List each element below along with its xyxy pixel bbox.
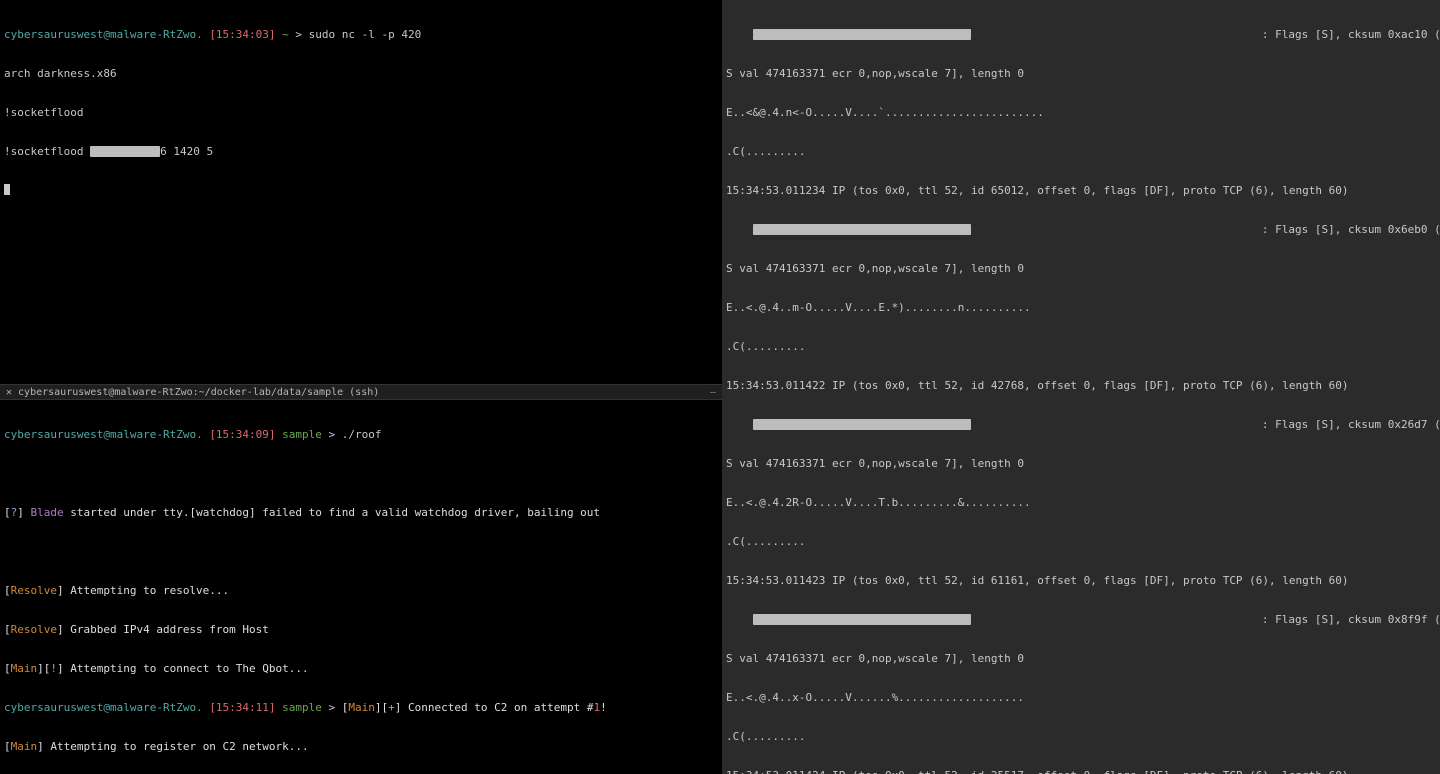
- output-line: S val 474163371 ecr 0,nop,wscale 7], len…: [726, 262, 1436, 275]
- prompt-user: cybersauruswest: [4, 28, 103, 41]
- tcpdump-pane[interactable]: X : Flags [S], cksum 0xac10 (correct), s…: [722, 0, 1440, 774]
- tab-title[interactable]: cybersauruswest@malware-RtZwo:~/docker-l…: [18, 386, 379, 399]
- output-line: .C(.........: [726, 145, 1436, 158]
- output-line: E..<.@.4.2R-O.....V....T.b.........&....…: [726, 496, 1436, 509]
- output-line: .C(.........: [726, 340, 1436, 353]
- output-line: 15:34:53.011234 IP (tos 0x0, ttl 52, id …: [726, 184, 1436, 197]
- output-line: E..<&@.4.n<-O.....V....`................…: [726, 106, 1436, 119]
- output-line: X : Flags [S], cksum 0x8f9f (correct), s…: [726, 613, 1436, 626]
- output-line: 15:34:53.011422 IP (tos 0x0, ttl 52, id …: [726, 379, 1436, 392]
- redacted-ip: X: [753, 614, 971, 625]
- output-line: !socketflood X6 1420 5: [4, 145, 718, 158]
- output-line: [Resolve] Attempting to resolve...: [4, 584, 718, 597]
- left-column: cybersauruswest@malware-RtZwo. [15:34:03…: [0, 0, 722, 774]
- prompt-line: cybersauruswest@malware-RtZwo. [15:34:11…: [4, 701, 718, 714]
- redacted-ip: X: [753, 29, 971, 40]
- redacted-ip: X: [753, 224, 971, 235]
- output-line: E..<.@.4..m-O.....V....E.*)........n....…: [726, 301, 1436, 314]
- output-line: X : Flags [S], cksum 0xac10 (correct), s…: [726, 28, 1436, 41]
- output-line: X : Flags [S], cksum 0x26d7 (correct), s…: [726, 418, 1436, 431]
- prompt-line: cybersauruswest@malware-RtZwo. [15:34:03…: [4, 28, 718, 41]
- blank-line: [4, 545, 718, 558]
- output-line: [Main] Attempting to register on C2 netw…: [4, 740, 718, 753]
- terminal-bottom-pane[interactable]: cybersauruswest@malware-RtZwo. [15:34:09…: [0, 400, 722, 774]
- terminal-top-pane[interactable]: cybersauruswest@malware-RtZwo. [15:34:03…: [0, 0, 722, 384]
- output-line: X : Flags [S], cksum 0x6eb0 (correct), s…: [726, 223, 1436, 236]
- blank-line: [4, 467, 718, 480]
- output-line: [?] Blade started under tty.[watchdog] f…: [4, 506, 718, 519]
- close-icon[interactable]: ✕: [6, 386, 12, 399]
- output-line: [Resolve] Grabbed IPv4 address from Host: [4, 623, 718, 636]
- output-line: .C(.........: [726, 535, 1436, 548]
- prompt-path: ~: [282, 28, 289, 41]
- output-line: !socketflood: [4, 106, 718, 119]
- output-line: S val 474163371 ecr 0,nop,wscale 7], len…: [726, 67, 1436, 80]
- output-line: E..<.@.4..x-O.....V......%..............…: [726, 691, 1436, 704]
- output-line: [Main][!] Attempting to connect to The Q…: [4, 662, 718, 675]
- cursor-line: [4, 184, 718, 197]
- output-line: S val 474163371 ecr 0,nop,wscale 7], len…: [726, 652, 1436, 665]
- tab-bar: ✕ cybersauruswest@malware-RtZwo:~/docker…: [0, 384, 722, 400]
- cursor-icon: [4, 184, 10, 195]
- output-line: 15:34:53.011423 IP (tos 0x0, ttl 52, id …: [726, 574, 1436, 587]
- output-line: S val 474163371 ecr 0,nop,wscale 7], len…: [726, 457, 1436, 470]
- redacted-ip: X: [90, 146, 160, 157]
- output-line: .C(.........: [726, 730, 1436, 743]
- minimize-icon[interactable]: —: [710, 386, 716, 399]
- output-line: 15:34:53.011424 IP (tos 0x0, ttl 52, id …: [726, 769, 1436, 774]
- prompt-host: malware-RtZwo: [110, 28, 196, 41]
- prompt-line: cybersauruswest@malware-RtZwo. [15:34:09…: [4, 428, 718, 441]
- redacted-ip: X: [753, 419, 971, 430]
- output-line: arch darkness.x86: [4, 67, 718, 80]
- prompt-time: [15:34:03]: [209, 28, 275, 41]
- command-text: sudo nc -l -p 420: [309, 28, 422, 41]
